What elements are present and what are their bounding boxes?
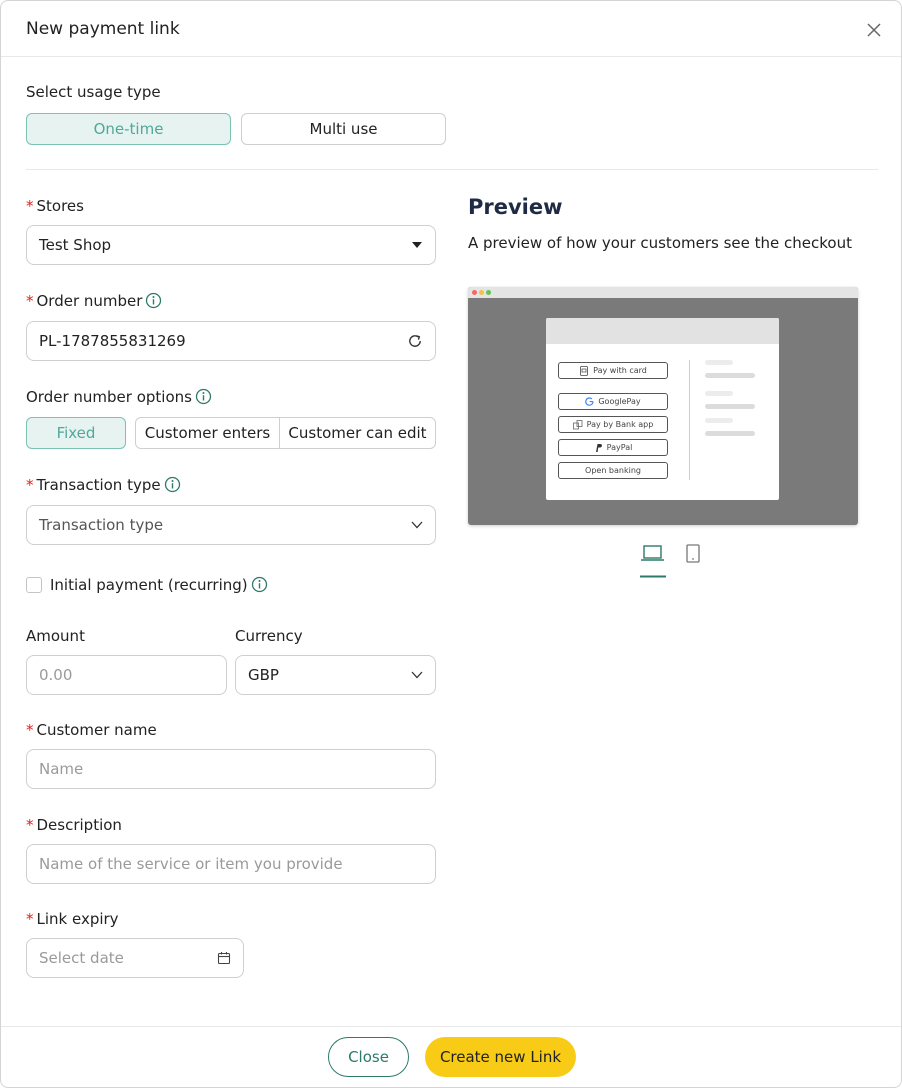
- currency-select[interactable]: GBP: [235, 655, 436, 695]
- order-option-customer-can-edit[interactable]: Customer can edit: [280, 418, 435, 448]
- desktop-view-toggle[interactable]: [640, 544, 666, 578]
- checkout-preview-card: Pay with card GooglePay Pay by Bank app …: [546, 318, 779, 500]
- link-expiry-label: * Link expiry: [26, 910, 119, 928]
- preview-subtitle: A preview of how your customers see the …: [468, 234, 852, 252]
- transaction-type-select[interactable]: Transaction type: [26, 505, 436, 545]
- required-asterisk: *: [26, 721, 34, 739]
- customer-name-input[interactable]: Name: [26, 749, 436, 789]
- bank-app-icon: [572, 419, 583, 429]
- description-input[interactable]: Name of the service or item you provide: [26, 844, 436, 884]
- info-icon[interactable]: [195, 388, 212, 405]
- preview-skeleton-line: [705, 360, 733, 365]
- create-link-button[interactable]: Create new Link: [425, 1037, 576, 1077]
- window-dot-green: [486, 290, 491, 295]
- link-expiry-datepicker[interactable]: Select date: [26, 938, 244, 978]
- info-icon[interactable]: [251, 576, 268, 593]
- checkout-preview-header: [546, 318, 779, 344]
- order-option-fixed[interactable]: Fixed: [26, 417, 126, 449]
- preview-skeleton-line: [705, 373, 755, 378]
- order-options-group: Customer enters Customer can edit: [135, 417, 436, 449]
- usage-option-multi-use[interactable]: Multi use: [241, 113, 446, 145]
- google-icon: [585, 397, 594, 406]
- section-divider: [26, 169, 878, 170]
- amount-label: Amount: [26, 627, 85, 645]
- header-divider: [1, 56, 901, 57]
- link-expiry-placeholder: Select date: [39, 949, 124, 967]
- browser-titlebar: [468, 287, 858, 298]
- description-placeholder: Name of the service or item you provide: [39, 855, 343, 873]
- currency-value: GBP: [248, 666, 279, 684]
- usage-option-one-time[interactable]: One-time: [26, 113, 231, 145]
- footer-divider: [1, 1026, 901, 1027]
- phone-icon: [686, 544, 700, 563]
- currency-label: Currency: [235, 627, 303, 645]
- preview-title: Preview: [468, 195, 563, 219]
- preview-method-card: Pay with card: [558, 362, 668, 379]
- preview-method-paypal: PayPal: [558, 439, 668, 456]
- modal-title: New payment link: [26, 19, 180, 39]
- stores-label: * Stores: [26, 197, 84, 215]
- caret-down-icon: [412, 242, 422, 248]
- required-asterisk: *: [26, 476, 34, 494]
- close-icon[interactable]: [863, 19, 885, 41]
- info-icon[interactable]: [145, 292, 162, 309]
- preview-skeleton-line: [705, 391, 733, 396]
- required-asterisk: *: [26, 292, 34, 310]
- description-label: * Description: [26, 816, 122, 834]
- usage-type-label: Select usage type: [26, 83, 161, 101]
- required-asterisk: *: [26, 816, 34, 834]
- window-dot-yellow: [479, 290, 484, 295]
- preview-method-bank-app: Pay by Bank app: [558, 416, 668, 433]
- order-number-label: * Order number: [26, 292, 162, 310]
- customer-name-placeholder: Name: [39, 760, 84, 778]
- order-option-customer-enters[interactable]: Customer enters: [136, 418, 280, 448]
- recurring-checkbox[interactable]: [26, 577, 42, 593]
- required-asterisk: *: [26, 910, 34, 928]
- mobile-view-toggle[interactable]: [685, 544, 701, 564]
- preview-method-open-banking: Open banking: [558, 462, 668, 479]
- calendar-icon[interactable]: [217, 951, 231, 965]
- required-asterisk: *: [26, 197, 34, 215]
- preview-skeleton-line: [705, 404, 755, 409]
- window-dot-red: [472, 290, 477, 295]
- order-number-input[interactable]: PL-1787855831269: [26, 321, 436, 361]
- payment-link-modal: New payment link Select usage type One-t…: [0, 0, 902, 1088]
- preview-skeleton-line: [705, 418, 733, 423]
- transaction-type-placeholder: Transaction type: [39, 516, 164, 534]
- info-icon[interactable]: [164, 476, 181, 493]
- preview-skeleton-line: [705, 431, 755, 436]
- laptop-icon: [640, 545, 666, 578]
- stores-value: Test Shop: [39, 236, 112, 254]
- transaction-type-label: * Transaction type: [26, 476, 181, 494]
- preview-method-googlepay: GooglePay: [558, 393, 668, 410]
- checkout-preview-browser: Pay with card GooglePay Pay by Bank app …: [468, 287, 858, 525]
- stores-select[interactable]: Test Shop: [26, 225, 436, 265]
- paypal-icon: [595, 443, 602, 452]
- card-icon: [580, 365, 589, 376]
- order-number-value: PL-1787855831269: [39, 332, 186, 350]
- chevron-down-icon: [411, 521, 423, 529]
- order-options-label: Order number options: [26, 388, 212, 406]
- refresh-icon[interactable]: [407, 333, 423, 349]
- recurring-label: Initial payment (recurring): [50, 576, 268, 594]
- customer-name-label: * Customer name: [26, 721, 157, 739]
- chevron-down-icon: [411, 671, 423, 679]
- close-button[interactable]: Close: [328, 1037, 409, 1077]
- amount-input[interactable]: 0.00: [26, 655, 227, 695]
- preview-separator: [689, 360, 690, 480]
- amount-placeholder: 0.00: [39, 666, 73, 684]
